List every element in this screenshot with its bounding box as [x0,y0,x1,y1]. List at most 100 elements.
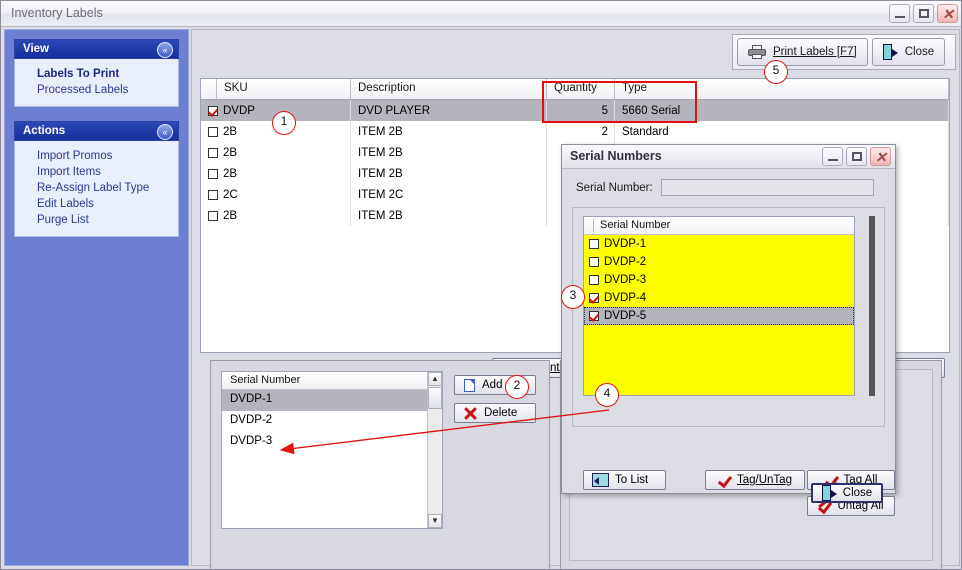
grid-cell-sku[interactable]: 2C [201,184,351,205]
grid-cell-sku-text: 2C [223,188,238,201]
close-window-button[interactable]: Close [871,38,946,66]
list-item-label: DVDP-3 [604,274,647,286]
row-checkbox[interactable] [589,239,599,249]
serial-number-input[interactable] [660,179,874,196]
sidebar-item-purge-list[interactable]: Purge List [15,212,178,228]
row-checkbox[interactable] [208,189,218,200]
grid-cell-description: ITEM 2B [351,205,547,226]
scroll-down-icon[interactable]: ▼ [428,514,442,528]
row-checkbox[interactable] [589,311,599,321]
chevron-up-icon[interactable]: « [157,124,173,140]
dialog-body: Serial Number: Serial Number DVDP-1 DVDP… [568,173,895,516]
list-item[interactable]: DVDP-3 [222,432,442,453]
callout-4: 4 [595,383,619,407]
chevron-up-icon[interactable]: « [157,42,173,58]
nav-group-view-body: Labels To Print Processed Labels [14,59,179,107]
grid-cell-type: Standard [615,121,949,142]
sidebar-item-labels-to-print[interactable]: Labels To Print [15,66,178,82]
dialog-window-controls: ✕ [822,147,891,166]
list-item-label: DVDP-2 [604,256,647,268]
row-checkbox[interactable] [208,210,218,221]
application-window: Inventory Labels ✕ View « Labels To Prin… [0,0,962,570]
row-checkbox[interactable] [208,105,218,116]
grid-cell-quantity: 5 [547,100,615,121]
red-x-icon [464,407,477,420]
print-labels-label: Print Labels [F7] [773,46,857,58]
window-controls: ✕ [889,4,958,23]
serial-number-list-header[interactable]: Serial Number [222,372,442,390]
grid-cell-description: ITEM 2B [351,163,547,184]
serial-number-field-row: Serial Number: [576,179,889,196]
list-item[interactable]: DVDP-4 [584,289,854,307]
grid-header-check[interactable] [201,79,217,99]
dialog-maximize-button[interactable] [846,147,867,166]
grid-header-sku[interactable]: SKU [217,79,351,99]
row-checkbox[interactable] [208,126,218,137]
add-serial-label: Add [482,379,503,391]
row-checkbox[interactable] [589,257,599,267]
table-row[interactable]: DVDP DVD PLAYER 5 5660 Serial [201,100,949,121]
list-item[interactable]: DVDP-5 [584,307,854,325]
grid-cell-sku[interactable]: 2B [201,163,351,184]
navigation-pane: View « Labels To Print Processed Labels … [4,29,189,566]
list-item[interactable]: DVDP-3 [584,271,854,289]
window-title-bar: Inventory Labels ✕ [1,1,961,27]
sidebar-item-import-items[interactable]: Import Items [15,164,178,180]
grid-header-quantity[interactable]: Quantity [547,79,615,99]
grid-cell-sku[interactable]: 2B [201,205,351,226]
to-list-button[interactable]: To List [583,470,666,490]
dialog-close-action-label: Close [842,487,873,499]
row-checkbox[interactable] [208,147,218,158]
grid-cell-sku-text: 2B [223,125,238,138]
row-checkbox[interactable] [208,168,218,179]
dialog-tag-untag-label: Tag/UnTag [737,474,792,486]
close-button[interactable]: ✕ [937,4,958,23]
nav-group-actions-header[interactable]: Actions « [14,121,179,141]
minimize-button[interactable] [889,4,910,23]
grid-cell-sku-text: 2B [223,146,238,159]
nav-group-actions: Actions « Import Promos Import Items Re-… [14,121,179,237]
nav-group-view-header[interactable]: View « [14,39,179,59]
table-row[interactable]: 2B ITEM 2B 2 Standard [201,121,949,142]
sidebar-item-edit-labels[interactable]: Edit Labels [15,196,178,212]
exit-door-icon [821,485,837,501]
list-item[interactable]: DVDP-2 [222,411,442,432]
maximize-button[interactable] [913,4,934,23]
vertical-scrollbar[interactable]: ▲ ▼ [427,372,442,528]
callout-2: 2 [505,375,529,399]
window-title: Inventory Labels [11,6,103,20]
grid-cell-description: ITEM 2C [351,184,547,205]
delete-serial-button[interactable]: Delete [454,403,536,423]
check-icon [718,474,731,486]
scroll-up-icon[interactable]: ▲ [428,372,442,386]
dialog-close-button[interactable]: ✕ [870,147,891,166]
sidebar-item-processed-labels[interactable]: Processed Labels [15,82,178,98]
serial-number-list[interactable]: Serial Number DVDP-1 DVDP-2 DVDP-3 ▲ ▼ [221,371,443,529]
list-item[interactable]: DVDP-1 [222,390,442,411]
scrollbar-thumb[interactable] [428,387,442,409]
row-checkbox[interactable] [589,293,599,303]
close-window-label: Close [904,46,935,58]
minimize-icon [895,16,905,18]
dialog-list-header[interactable]: Serial Number [584,217,854,235]
row-checkbox[interactable] [589,275,599,285]
list-item-label: DVDP-4 [604,292,647,304]
serial-number-field-label: Serial Number: [576,181,653,194]
list-item[interactable]: DVDP-1 [584,235,854,253]
grid-header-description[interactable]: Description [351,79,547,99]
dialog-close-action-button[interactable]: Close [811,483,883,503]
dialog-serial-list[interactable]: Serial Number DVDP-1 DVDP-2 DVDP-3 DVDP-… [583,216,855,396]
close-icon: ✕ [875,149,887,165]
sidebar-item-re-assign-label-type[interactable]: Re-Assign Label Type [15,180,178,196]
dialog-minimize-button[interactable] [822,147,843,166]
callout-1: 1 [272,111,296,135]
print-labels-button[interactable]: Print Labels [F7] [737,38,868,66]
dialog-tag-untag-button[interactable]: Tag/UnTag [705,470,805,490]
nav-group-actions-title: Actions [23,125,66,137]
dialog-vertical-scrollbar[interactable] [869,216,875,396]
grid-cell-sku[interactable]: 2B [201,142,351,163]
serial-numbers-dialog: Serial Numbers ✕ Serial Number: Serial N… [561,144,896,516]
list-item[interactable]: DVDP-2 [584,253,854,271]
sidebar-item-import-promos[interactable]: Import Promos [15,148,178,164]
nav-group-view-title: View [23,43,49,55]
